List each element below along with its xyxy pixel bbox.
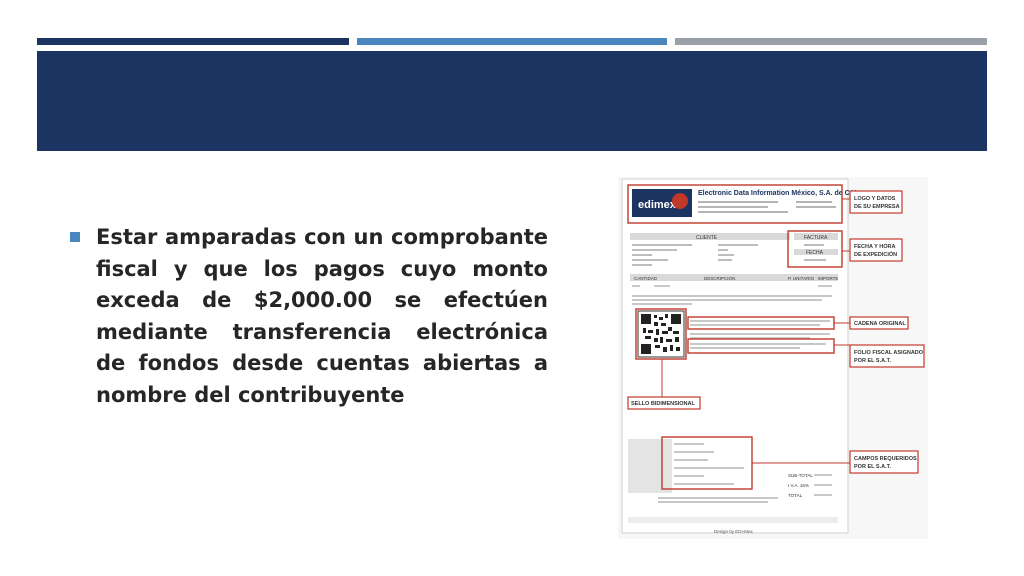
invoice-image: edimex Electronic Data Information Méxic…: [618, 177, 928, 539]
invoice-drawing: edimex Electronic Data Information Méxic…: [621, 178, 925, 534]
invoice-footer: Design by EDI-Mex: [714, 529, 754, 534]
svg-text:CAMPOS REQUERIDOS: CAMPOS REQUERIDOS: [854, 456, 917, 462]
svg-text:CADENA ORIGINAL: CADENA ORIGINAL: [854, 321, 906, 327]
callout-seal: SELLO BIDIMENSIONAL: [627, 396, 701, 410]
callout-fields: CAMPOS REQUERIDOS POR EL S.A.T.: [849, 450, 919, 474]
client-header: CLIENTE: [696, 235, 718, 241]
top-bar-blue: [357, 38, 667, 45]
title-banner: [37, 51, 987, 151]
svg-text:FECHA Y HORA: FECHA Y HORA: [854, 244, 895, 250]
bullet-item: Estar amparadas con un comprobante fisca…: [70, 222, 548, 411]
svg-text:LOGO Y DATOS: LOGO Y DATOS: [854, 196, 896, 202]
company-name: Electronic Data Information México, S.A.…: [698, 190, 858, 197]
square-bullet-icon: [70, 232, 80, 242]
unit-price-header: P. UNITARIO: [788, 276, 815, 281]
svg-text:DE SU EMPRESA: DE SU EMPRESA: [854, 204, 900, 210]
invoice-header: FACTURA: [804, 235, 828, 241]
svg-text:FOLIO FISCAL ASIGNADO: FOLIO FISCAL ASIGNADO: [854, 350, 924, 356]
date-header: FECHA: [806, 250, 824, 256]
svg-text:SELLO BIDIMENSIONAL: SELLO BIDIMENSIONAL: [631, 401, 696, 407]
quantity-header: CANTIDAD: [634, 276, 658, 281]
amount-header: IMPORTE: [818, 276, 838, 281]
top-bar-navy: [37, 38, 349, 45]
logo-text: edimex: [638, 199, 677, 211]
description-header: DESCRIPCION: [704, 276, 735, 281]
callout-date: FECHA Y HORA DE EXPEDICIÓN: [849, 238, 903, 262]
svg-text:POR EL S.A.T.: POR EL S.A.T.: [854, 358, 891, 364]
qr-code-icon: [637, 310, 685, 358]
bullet-text: Estar amparadas con un comprobante fisca…: [96, 225, 548, 407]
iva-label: I.V.A. 16%: [788, 483, 809, 488]
top-bar-gray: [675, 38, 987, 45]
callout-folio: FOLIO FISCAL ASIGNADO POR EL S.A.T.: [849, 344, 925, 368]
callout-chain: CADENA ORIGINAL: [849, 316, 909, 330]
svg-text:DE EXPEDICIÓN: DE EXPEDICIÓN: [854, 250, 897, 258]
total-label: TOTAL: [788, 493, 803, 498]
logo-globe-icon: [672, 193, 688, 209]
subtotal-label: SUB-TOTAL: [788, 473, 813, 478]
svg-text:POR EL S.A.T.: POR EL S.A.T.: [854, 464, 891, 470]
callout-logo: LOGO Y DATOS DE SU EMPRESA: [849, 190, 903, 214]
